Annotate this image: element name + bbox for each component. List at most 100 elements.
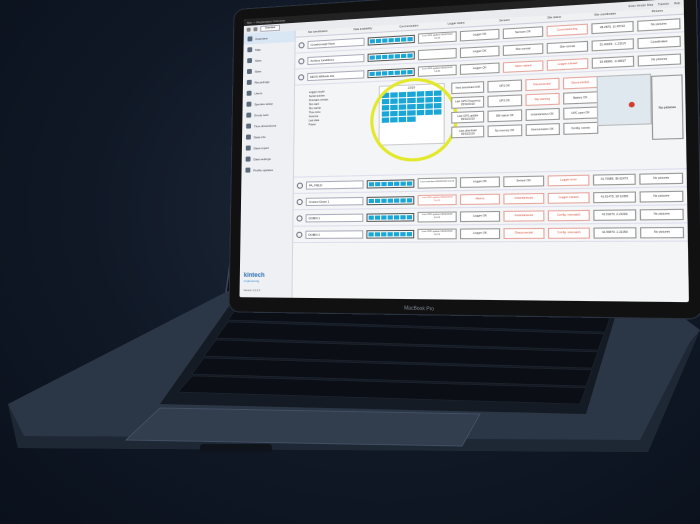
row-select-radio[interactable] (298, 73, 305, 81)
pictures-cell[interactable]: No pictures (639, 190, 684, 203)
sidebar-item-label: Data settings (253, 156, 271, 161)
logger-status[interactable]: Logger OK (459, 28, 500, 41)
forward-icon[interactable] (253, 27, 258, 32)
pictures-cell[interactable]: No pictures (639, 226, 685, 238)
toolbar-action-1[interactable]: Transfer (658, 2, 669, 6)
site-coordinates: 41.51070, 2.21000 (593, 208, 637, 221)
sidebar-item-label: Sites (254, 68, 262, 74)
site-name: Ambury Landsbury (307, 53, 365, 65)
logger-status[interactable]: Logger OK (459, 175, 500, 188)
sidebar-item-label: Time dimensions (253, 123, 277, 128)
table-row[interactable]: DOBIN 2 Last GPS update 05/02/2019 10:23… (293, 223, 688, 244)
site-coordinates: 41.56870, 2.21050 (593, 226, 637, 239)
status-button[interactable]: Anemometers OK (525, 123, 560, 137)
status-button[interactable]: Last download 05/02/2019 (451, 125, 485, 139)
pictures-cell[interactable]: No pictures (637, 52, 682, 66)
status-button[interactable]: Last GPS update 05/02/2019 (451, 110, 485, 124)
status-button[interactable]: GPS OK (487, 94, 522, 108)
info-icon (245, 134, 251, 140)
sidebar-item-profile[interactable]: Profile updates (241, 163, 293, 175)
sidebar-item-label: Overview (255, 35, 268, 41)
row-select-radio[interactable] (296, 214, 303, 222)
site-status[interactable]: Site normal (546, 40, 589, 54)
sensor-status[interactable]: Alarm raised (502, 59, 544, 73)
import-icon (245, 145, 251, 151)
availability-bar (366, 229, 415, 239)
status-button[interactable]: SIM status OK (487, 109, 522, 123)
row-select-radio[interactable] (296, 182, 303, 189)
row-select-radio[interactable] (298, 41, 305, 48)
status-button[interactable]: Site warning (524, 92, 560, 107)
availability-bar (366, 212, 415, 222)
site-name: PA_FIELD (305, 179, 364, 190)
time-icon (246, 123, 252, 129)
logger-status[interactable]: Logger OK (459, 45, 500, 58)
status-button[interactable]: Last GPS Frequency 05/02/2019 (451, 95, 485, 109)
sidebar-item-label: Data info (253, 134, 266, 139)
site-name: DOBIN 2 (305, 229, 364, 239)
site-status[interactable]: Logger missed (546, 57, 589, 71)
site-coordinates: 39.48896, -0.38027 (591, 55, 635, 69)
main-content: Site identification Data availability Co… (292, 7, 688, 302)
sidebar-item-label: Data import (253, 145, 269, 150)
pictures-cell[interactable]: No pictures (651, 74, 684, 140)
availability-bar (367, 50, 415, 62)
toolbar-action-2[interactable]: Help (674, 1, 680, 5)
logger-status[interactable]: Logger OK (459, 227, 501, 239)
status-button[interactable]: Next download 1AM (451, 81, 485, 95)
pictures-cell[interactable]: No pictures (639, 208, 684, 220)
site-name: DEVS Wilfrede site (307, 69, 365, 81)
logger-info-list: Logger model Serial number Firmware vers… (309, 88, 375, 127)
availability-bar (366, 178, 415, 189)
site-name: Crowne Down 1 (305, 196, 364, 206)
status-button[interactable]: Config. events (563, 121, 599, 135)
availability-bar (366, 195, 415, 205)
sensor-status[interactable]: Sensor OK (503, 175, 545, 187)
sensor-status[interactable]: Disconnected (503, 227, 545, 239)
comm-status (417, 47, 457, 60)
row-select-radio[interactable] (296, 231, 303, 238)
profile-icon (245, 167, 251, 173)
status-button[interactable]: Battery OK (562, 91, 599, 105)
site-map[interactable] (596, 73, 652, 127)
site-coordinates: 31.40025, -1.23115 (591, 37, 634, 51)
status-button[interactable]: No memory OK (487, 124, 522, 138)
status-button[interactable]: GPS OK (487, 79, 522, 93)
site-status[interactable]: Config. mismatch (547, 209, 590, 221)
sidebar-item-label: Sites (254, 57, 262, 63)
sidebar-item-label: Map (255, 47, 261, 52)
back-icon[interactable] (246, 27, 251, 32)
sensor-status[interactable]: Instantaneous (503, 209, 545, 222)
sensor-status[interactable]: Sensors OK (502, 25, 544, 39)
sidebar-item-label: Species setup (254, 101, 273, 106)
availability-bar (367, 67, 415, 78)
row-select-radio[interactable] (298, 57, 305, 64)
sensor-status[interactable]: Site normal (502, 42, 544, 56)
sensor-status[interactable]: Instantaneous (503, 192, 545, 204)
row-select-radio[interactable] (296, 198, 303, 205)
status-button[interactable]: UPC open OK (562, 106, 599, 120)
gear-icon (245, 156, 251, 162)
logger-status[interactable]: Logger OK (459, 210, 501, 222)
status-button[interactable]: Instantaneous OK (524, 107, 560, 122)
site-coordinates: 48.2875, 11.45722 (591, 20, 634, 34)
site-status[interactable]: Logger error (547, 174, 590, 186)
logger-status[interactable]: Alarms (459, 193, 501, 205)
status-button[interactable]: Disconnected (524, 77, 560, 92)
sidebar: Overview Map Sites Sites Recordings User… (239, 30, 296, 298)
expanded-site-panel: Logger model Serial number Firmware vers… (293, 67, 687, 178)
toolbar-action-0[interactable]: Enter Vendor Data (629, 3, 654, 8)
site-status[interactable]: Commissioning (546, 23, 588, 37)
pictures-cell[interactable]: No pictures (639, 172, 684, 185)
status-button-grid: Next download 1AM GPS OK Disconnected Di… (451, 76, 599, 139)
site-status[interactable]: Config. mismatch (547, 227, 591, 239)
logger-status[interactable]: Logger OK (459, 61, 500, 75)
map-icon (247, 47, 253, 53)
sidebar-item-label: Group sets (254, 112, 269, 117)
laptop-screen: Site — Registration Overview Overview En… (229, 0, 700, 319)
pictures-cell[interactable]: Coordinates (637, 35, 681, 49)
sidebar-item-label: Recordings (254, 79, 270, 85)
status-button[interactable]: Disconnected (562, 76, 598, 90)
pictures-cell[interactable]: No pictures (637, 17, 681, 32)
site-status[interactable]: Logger missed (547, 191, 590, 204)
